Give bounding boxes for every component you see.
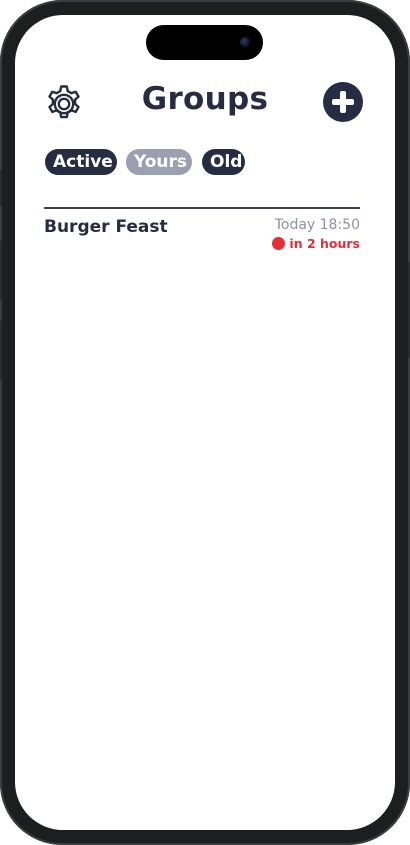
camera-icon (240, 37, 250, 47)
group-status: in 2 hours (272, 236, 360, 251)
filter-chip-old[interactable]: Old (202, 149, 245, 175)
phone-frame: Groups Active Yours Old Burger Feast Tod… (0, 0, 410, 845)
group-name: Burger Feast (44, 217, 168, 237)
group-list-item[interactable]: Burger Feast Today 18:50 in 2 hours (44, 213, 360, 259)
side-button (0, 170, 2, 206)
filter-chip-yours[interactable]: Yours (126, 149, 192, 175)
app-screen: Groups Active Yours Old Burger Feast Tod… (15, 15, 395, 830)
group-status-label: in 2 hours (289, 236, 360, 251)
volume-up-button (0, 240, 2, 300)
filter-chip-active[interactable]: Active (45, 149, 117, 175)
status-dot-icon (272, 237, 286, 250)
add-group-button[interactable] (323, 82, 363, 122)
volume-down-button (0, 320, 2, 380)
list-divider (44, 207, 360, 209)
group-time: Today 18:50 (274, 217, 360, 233)
dynamic-island (146, 25, 263, 60)
